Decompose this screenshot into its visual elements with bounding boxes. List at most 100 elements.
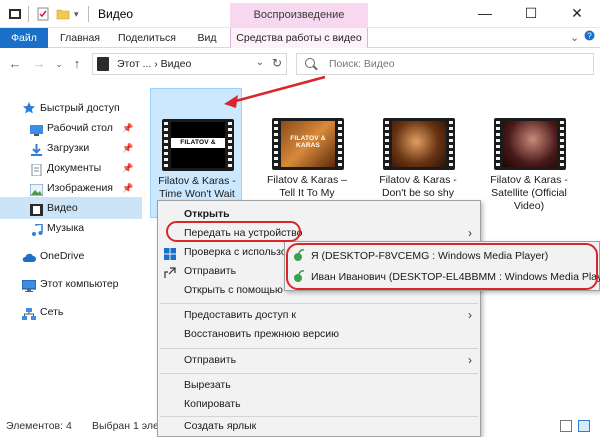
star-icon <box>22 101 35 114</box>
tab-view[interactable]: Вид <box>190 28 224 48</box>
sidebar-item-quick-access[interactable]: Быстрый доступ <box>0 97 142 119</box>
details-view-icon[interactable] <box>560 420 572 432</box>
music-icon <box>30 222 43 236</box>
sidebar-item-network[interactable]: Сеть <box>0 301 142 323</box>
menu-item-create-shortcut[interactable]: Создать ярлык <box>158 415 480 437</box>
svg-text:?: ? <box>587 32 592 41</box>
video-thumbnail <box>494 118 566 170</box>
file-item[interactable]: FILATOV & KARAS Filatov & Karas - Time W… <box>150 88 242 218</box>
video-thumbnail: FILATOV & KARAS <box>162 119 234 171</box>
chevron-down-icon[interactable]: ⌄ <box>570 31 579 44</box>
sidebar-item-label: Рабочий стол <box>47 122 113 134</box>
pin-icon[interactable]: 📌 <box>122 137 133 159</box>
title-separator <box>88 6 89 22</box>
items-count: Элементов: 4 <box>6 420 72 432</box>
sidebar-item-this-pc[interactable]: Этот компьютер <box>0 273 142 295</box>
file-item[interactable]: FILATOV & KARAS Filatov & Karas – Tell I… <box>261 88 353 218</box>
file-item[interactable]: Filatov & Karas - Satellite (Official Vi… <box>483 88 575 228</box>
help-icon[interactable]: ? <box>584 30 595 44</box>
properties-icon[interactable] <box>36 7 50 21</box>
file-name-line: Tell It To My <box>279 187 335 199</box>
sidebar-item-desktop[interactable]: Рабочий стол 📌 <box>0 117 142 139</box>
annotation-highlight <box>166 221 301 242</box>
minimize-button[interactable]: — <box>462 0 508 28</box>
file-name-line: Video) <box>513 200 545 212</box>
sidebar-item-label: Изображения <box>47 182 113 194</box>
chevron-right-icon: › <box>468 353 472 367</box>
close-button[interactable]: ✕ <box>554 0 600 28</box>
sidebar-item-videos[interactable]: Видео <box>0 197 142 219</box>
context-tab-header: Воспроизведение <box>230 3 368 28</box>
pin-icon[interactable]: 📌 <box>122 157 133 179</box>
network-icon <box>22 306 36 320</box>
sidebar-item-label: Документы <box>47 162 102 174</box>
pin-icon[interactable]: 📌 <box>122 117 133 139</box>
ribbon-tabs: Файл Главная Поделиться Вид Средства раб… <box>0 28 600 48</box>
selection-info: Выбран 1 эле <box>92 420 159 432</box>
file-name: Filatov & Karas - Time Won't Wait <box>151 175 243 201</box>
search-box[interactable]: Поиск: Видео <box>296 53 594 75</box>
computer-icon <box>21 278 37 292</box>
recent-locations-icon[interactable]: ⌄ <box>50 55 68 73</box>
video-folder-icon <box>97 57 109 71</box>
search-icon <box>305 58 315 68</box>
sidebar-item-label: Сеть <box>40 306 64 318</box>
quick-access-dropdown-icon[interactable]: ▾ <box>74 7 88 21</box>
thumbnail-caption: FILATOV & KARAS <box>171 138 225 156</box>
sidebar-item-onedrive[interactable]: OneDrive <box>0 245 142 267</box>
sidebar-item-label: Музыка <box>47 222 85 234</box>
sidebar-item-label: Этот компьютер <box>40 278 119 290</box>
sidebar-item-music[interactable]: Музыка <box>0 217 142 239</box>
window-title: Видео <box>98 7 134 21</box>
thumbnail-frame: FILATOV & KARAS <box>171 122 225 168</box>
file-name-line: Filatov & Karas - <box>379 174 457 186</box>
address-dropdown-icon[interactable]: ⌄ <box>256 57 264 68</box>
tab-file[interactable]: Файл <box>0 28 48 48</box>
menu-item-label: Копировать <box>184 398 241 410</box>
title-separator <box>28 6 29 22</box>
up-arrow-icon[interactable]: ↑ <box>68 55 86 73</box>
menu-item-restore-versions[interactable]: Восстановить прежнюю версию <box>158 323 480 345</box>
pin-icon[interactable]: 📌 <box>122 177 133 199</box>
documents-icon <box>30 162 43 177</box>
video-thumbnail <box>383 118 455 170</box>
tab-video-tools[interactable]: Средства работы с видео <box>230 28 368 48</box>
pictures-icon <box>29 182 44 197</box>
sidebar-item-documents[interactable]: Документы 📌 <box>0 157 142 179</box>
thumbnail-caption: FILATOV & KARAS <box>290 135 326 149</box>
back-arrow-icon[interactable]: ← <box>6 55 24 73</box>
sidebar-item-pictures[interactable]: Изображения 📌 <box>0 177 142 199</box>
video-folder-icon <box>30 202 43 216</box>
address-bar[interactable]: Этот ... › Видео ⌄ ↻ <box>92 53 287 75</box>
file-name-line: Satellite (Official <box>491 187 567 199</box>
video-thumbnail: FILATOV & KARAS <box>272 118 344 170</box>
maximize-button[interactable]: ☐ <box>508 0 554 28</box>
defender-icon <box>164 246 176 260</box>
sidebar-item-label: Видео <box>47 202 78 214</box>
large-icons-view-icon[interactable] <box>578 420 590 432</box>
menu-item-label: Открыть с помощью <box>184 284 283 296</box>
navigation-pane: Быстрый доступ Рабочий стол 📌 Загрузки 📌… <box>0 80 142 415</box>
file-name: Filatov & Karas - Satellite (Official Vi… <box>483 174 575 213</box>
forward-arrow-icon[interactable]: → <box>30 55 48 73</box>
cloud-icon <box>22 250 36 262</box>
file-item[interactable]: Filatov & Karas - Don't be so shy <box>372 88 464 218</box>
file-name-line: Filatov & Karas - <box>158 175 236 187</box>
menu-item-label: Восстановить прежнюю версию <box>184 328 340 340</box>
refresh-icon[interactable]: ↻ <box>272 56 282 70</box>
menu-item-label: Создать ярлык <box>184 420 257 432</box>
sidebar-item-label: Загрузки <box>47 142 90 154</box>
tab-share[interactable]: Поделиться <box>112 28 182 48</box>
desktop-folder-icon <box>30 122 43 136</box>
new-folder-icon[interactable] <box>56 7 70 21</box>
menu-item-send-to[interactable]: Отправить › <box>158 349 480 371</box>
sidebar-item-downloads[interactable]: Загрузки 📌 <box>0 137 142 159</box>
annotation-highlight <box>286 243 598 290</box>
title-bar: ▾ Видео Воспроизведение — ☐ ✕ <box>0 0 600 28</box>
menu-item-copy[interactable]: Копировать <box>158 393 480 415</box>
explorer-app-icon[interactable] <box>8 7 22 21</box>
tab-home[interactable]: Главная <box>52 28 108 48</box>
navigation-bar: ← → ⌄ ↑ Этот ... › Видео ⌄ ↻ Поиск: Виде… <box>0 48 600 80</box>
sidebar-item-label: Быстрый доступ <box>40 102 120 114</box>
thumbnail-frame <box>503 121 557 167</box>
